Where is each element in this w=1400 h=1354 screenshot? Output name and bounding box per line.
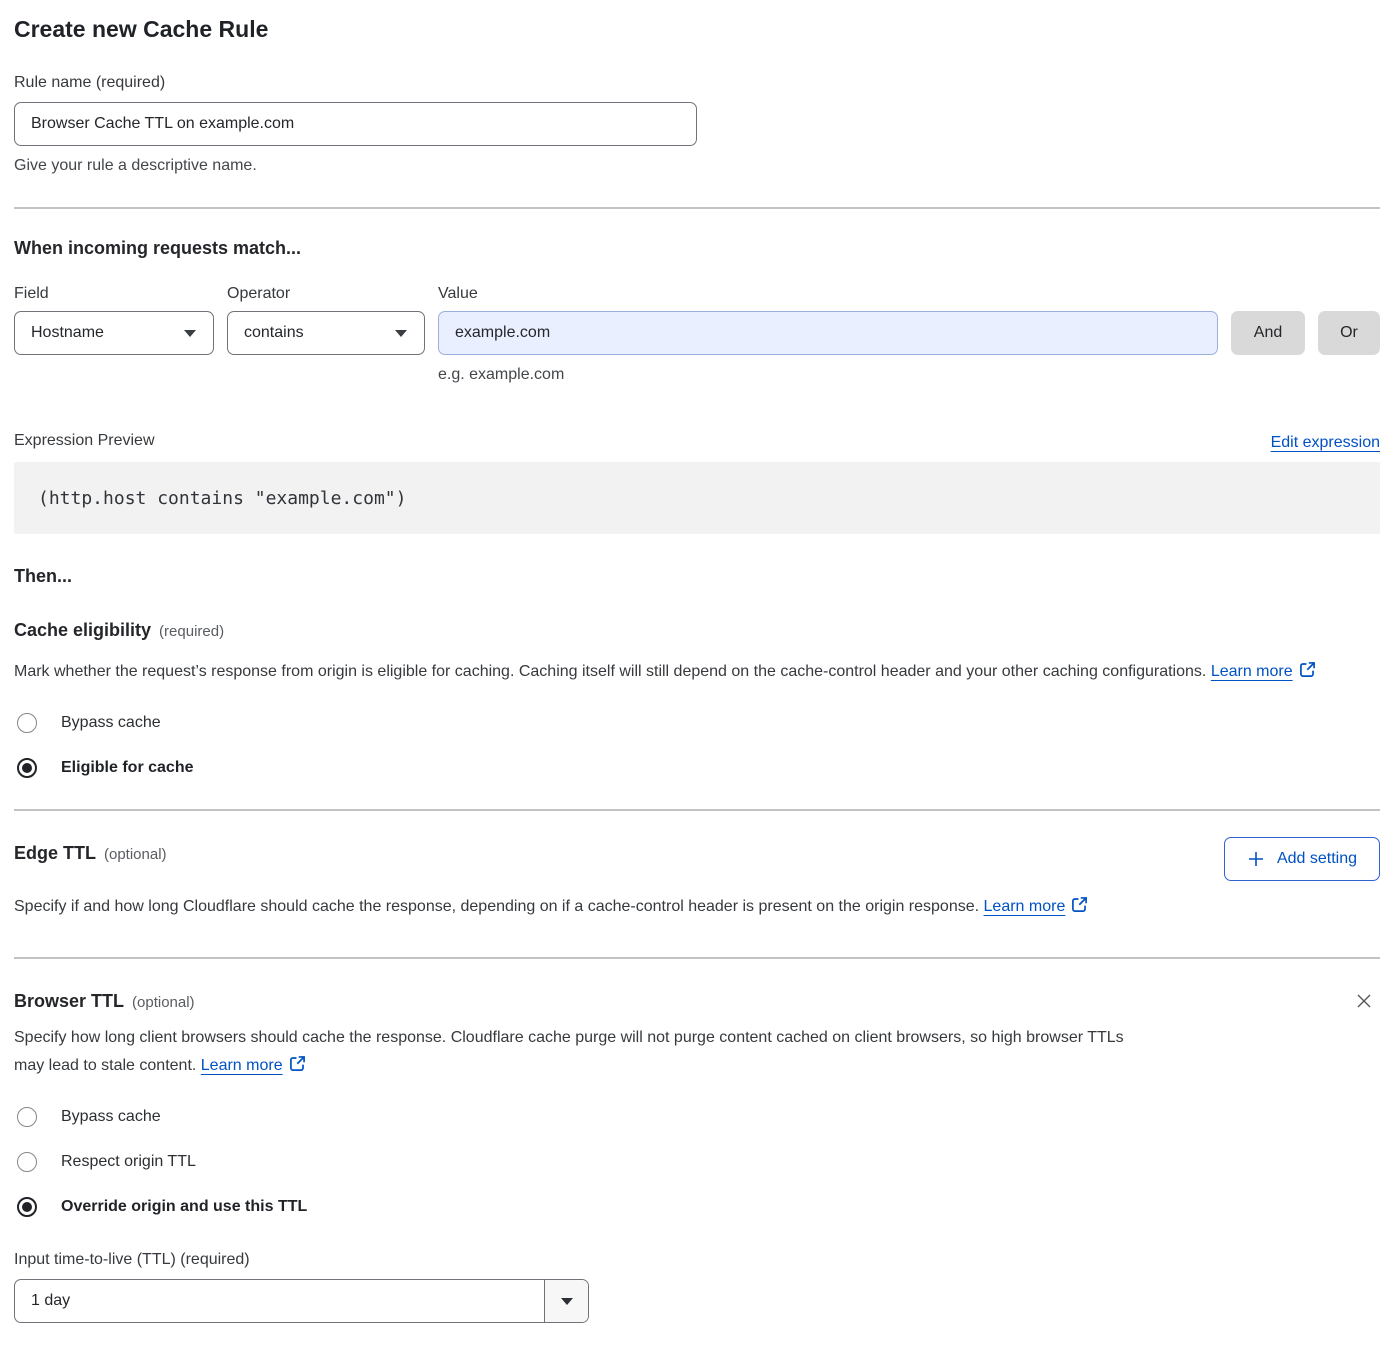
browser-ttl-heading: Browser TTL (optional) xyxy=(14,989,195,1015)
optional-tag: (optional) xyxy=(104,846,167,863)
add-setting-button[interactable]: Add setting xyxy=(1224,837,1380,881)
remove-browser-ttl-button[interactable] xyxy=(1350,987,1378,1018)
match-labels-row: Field Operator Value xyxy=(14,285,1380,303)
ttl-select-arrow[interactable] xyxy=(544,1280,588,1322)
radio-eligible-for-cache[interactable]: Eligible for cache xyxy=(14,758,193,778)
external-link-icon xyxy=(289,1054,306,1082)
expression-code: (http.host contains "example.com") xyxy=(38,488,406,509)
field-select-value: Hostname xyxy=(31,324,104,342)
chevron-down-icon xyxy=(183,329,197,338)
chevron-down-icon xyxy=(394,329,408,338)
radio-override-origin-ttl[interactable]: Override origin and use this TTL xyxy=(14,1197,307,1217)
divider xyxy=(14,957,1380,959)
and-button[interactable]: And xyxy=(1231,311,1305,355)
operator-label: Operator xyxy=(227,285,425,303)
ttl-select[interactable]: 1 day xyxy=(14,1279,589,1323)
match-controls-row: Hostname contains And Or xyxy=(14,311,1380,355)
browser-ttl-title: Browser TTL xyxy=(14,991,124,1011)
radio-circle-icon xyxy=(17,1197,37,1217)
value-help: e.g. example.com xyxy=(438,364,1380,386)
field-label: Field xyxy=(14,285,214,303)
cache-eligibility-description: Mark whether the request’s response from… xyxy=(14,658,1359,688)
cache-eligibility-title: Cache eligibility xyxy=(14,620,151,640)
match-section-heading: When incoming requests match... xyxy=(14,236,1380,260)
cache-eligibility-heading: Cache eligibility (required) xyxy=(14,618,1380,644)
close-icon xyxy=(1354,991,1374,1011)
field-select[interactable]: Hostname xyxy=(14,311,214,355)
ttl-select-value: 1 day xyxy=(15,1280,544,1322)
value-label: Value xyxy=(438,285,1218,303)
operator-select[interactable]: contains xyxy=(227,311,425,355)
plus-icon xyxy=(1247,850,1265,868)
learn-more-link[interactable]: Learn more xyxy=(984,898,1066,915)
radio-circle-icon xyxy=(17,1152,37,1172)
edge-ttl-heading: Edge TTL (optional) xyxy=(14,841,167,867)
radio-bypass-cache-browser[interactable]: Bypass cache xyxy=(14,1107,161,1127)
rule-name-label: Rule name (required) xyxy=(14,72,1380,94)
required-tag: (required) xyxy=(159,623,224,640)
browser-ttl-description: Specify how long client browsers should … xyxy=(14,1024,1124,1082)
rule-name-help: Give your rule a descriptive name. xyxy=(14,155,1380,177)
radio-circle-icon xyxy=(17,758,37,778)
divider xyxy=(14,809,1380,811)
expression-code-block: (http.host contains "example.com") xyxy=(14,462,1380,534)
edit-expression-link[interactable]: Edit expression xyxy=(1271,434,1380,452)
edge-ttl-description: Specify if and how long Cloudflare shoul… xyxy=(14,893,1134,923)
operator-select-value: contains xyxy=(244,324,304,342)
chevron-down-icon xyxy=(560,1297,574,1306)
expression-preview-label: Expression Preview xyxy=(14,430,155,452)
then-heading: Then... xyxy=(14,564,1380,588)
radio-respect-origin-ttl[interactable]: Respect origin TTL xyxy=(14,1152,196,1172)
radio-circle-icon xyxy=(17,1107,37,1127)
learn-more-link[interactable]: Learn more xyxy=(1211,663,1293,680)
external-link-icon xyxy=(1299,660,1316,688)
radio-circle-icon xyxy=(17,713,37,733)
optional-tag: (optional) xyxy=(132,994,195,1011)
edge-ttl-title: Edge TTL xyxy=(14,843,96,863)
ttl-input-label: Input time-to-live (TTL) (required) xyxy=(14,1249,1380,1271)
or-button[interactable]: Or xyxy=(1318,311,1380,355)
learn-more-link[interactable]: Learn more xyxy=(201,1057,283,1074)
external-link-icon xyxy=(1071,895,1088,923)
rule-name-input[interactable] xyxy=(14,102,697,146)
radio-bypass-cache[interactable]: Bypass cache xyxy=(14,713,161,733)
page-title: Create new Cache Rule xyxy=(14,14,1380,44)
divider xyxy=(14,207,1380,209)
value-input[interactable] xyxy=(438,311,1218,355)
